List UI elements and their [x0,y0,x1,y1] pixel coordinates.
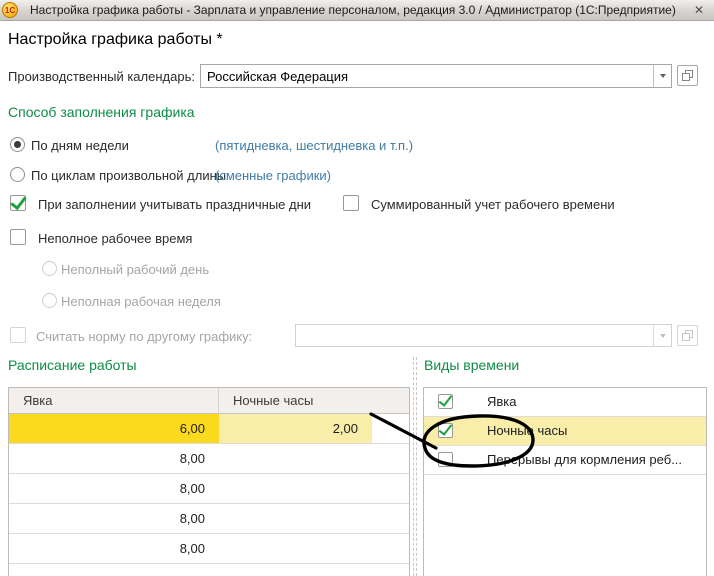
radio-partial-week-label: Неполная рабочая неделя [61,294,221,309]
checkbox-parttime-label: Неполное рабочее время [38,231,192,246]
radio-by-weekdays-label: По дням недели [31,138,129,153]
radio-partial-week [42,293,57,308]
app-logo-icon: 1С [2,2,18,18]
checkbox-holidays[interactable] [10,195,26,211]
list-item-label: Ночные часы [487,423,567,438]
other-schedule-dropdown-button [653,325,671,346]
cell-filler [372,414,409,443]
other-schedule-input [295,324,672,347]
column-header-night-hours[interactable]: Ночные часы [219,388,409,413]
cell-attendance[interactable]: 8,00 [9,444,219,473]
close-icon[interactable]: ✕ [691,2,707,18]
list-item-attendance[interactable]: Явка [424,388,706,417]
cell-night-hours[interactable] [219,444,372,473]
window-title: Настройка графика работы - Зарплата и уп… [30,3,676,17]
schedule-table: Явка Ночные часы 6,00 2,00 8,00 8,00 8,0… [8,387,410,576]
cell-attendance[interactable]: 8,00 [9,534,219,563]
app-logo-text: 1С [5,6,15,15]
table-row[interactable]: 8,00 [9,504,409,534]
list-item-night-hours[interactable]: Ночные часы [424,417,706,446]
chevron-down-icon [660,334,666,338]
checkbox-summary-accounting-label: Суммированный учет рабочего времени [371,197,615,212]
checkbox-parttime[interactable] [10,229,26,245]
radio-by-cycles[interactable] [10,167,25,182]
radio-by-cycles-hint: (сменные графики) [215,168,331,183]
checkbox-night-hours[interactable] [438,423,453,438]
calendar-value: Российская Федерация [201,65,653,87]
cell-filler [372,474,409,503]
table-row[interactable]: 8,00 [9,474,409,504]
panel-splitter[interactable] [413,357,417,576]
checkbox-holidays-label: При заполнении учитывать праздничные дни [38,197,311,212]
other-schedule-value [296,325,653,346]
section-work-schedule: Расписание работы [8,357,137,373]
list-item-label: Явка [487,394,517,409]
radio-by-cycles-label: По циклам произвольной длины [31,168,226,183]
app-window: 1С Настройка графика работы - Зарплата и… [0,0,714,576]
table-row[interactable]: 8,00 [9,444,409,474]
cell-filler [372,534,409,563]
radio-by-weekdays[interactable] [10,137,25,152]
cell-filler [372,504,409,533]
calendar-input[interactable]: Российская Федерация [200,64,672,88]
other-schedule-open-button [677,325,698,346]
calendar-open-button[interactable] [677,65,698,86]
checkbox-other-schedule [10,327,26,343]
open-icon [681,329,694,342]
checkbox-attendance[interactable] [438,394,453,409]
radio-partial-day [42,261,57,276]
open-icon [681,69,694,82]
table-row[interactable]: 8,00 [9,534,409,564]
checkbox-feeding-breaks[interactable] [438,452,453,467]
column-header-attendance[interactable]: Явка [9,388,219,413]
section-fill-method: Способ заполнения графика [8,104,195,120]
table-row[interactable]: 6,00 2,00 [9,414,409,444]
page-title: Настройка графика работы * [8,31,223,49]
cell-filler [372,444,409,473]
cell-attendance[interactable]: 8,00 [9,504,219,533]
checkbox-summary-accounting[interactable] [343,195,359,211]
schedule-table-header: Явка Ночные часы [9,388,409,414]
checkbox-other-schedule-label: Считать норму по другому графику: [36,329,252,344]
cell-night-hours[interactable] [219,534,372,563]
cell-attendance[interactable]: 6,00 [9,414,219,443]
cell-night-hours[interactable] [219,474,372,503]
time-kinds-list: Явка Ночные часы Перерывы для кормления … [423,387,707,576]
chevron-down-icon [660,74,666,78]
radio-partial-day-label: Неполный рабочий день [61,262,209,277]
cell-night-hours[interactable] [219,504,372,533]
radio-by-weekdays-hint: (пятидневка, шестидневка и т.п.) [215,138,413,153]
calendar-dropdown-button[interactable] [653,65,671,87]
cell-attendance[interactable]: 8,00 [9,474,219,503]
cell-night-hours[interactable]: 2,00 [219,414,372,443]
list-item-feeding-breaks[interactable]: Перерывы для кормления реб... [424,446,706,475]
section-time-kinds: Виды времени [424,357,519,373]
list-item-label: Перерывы для кормления реб... [487,452,682,467]
title-bar: 1С Настройка графика работы - Зарплата и… [0,0,714,21]
calendar-label: Производственный календарь: [8,69,195,84]
